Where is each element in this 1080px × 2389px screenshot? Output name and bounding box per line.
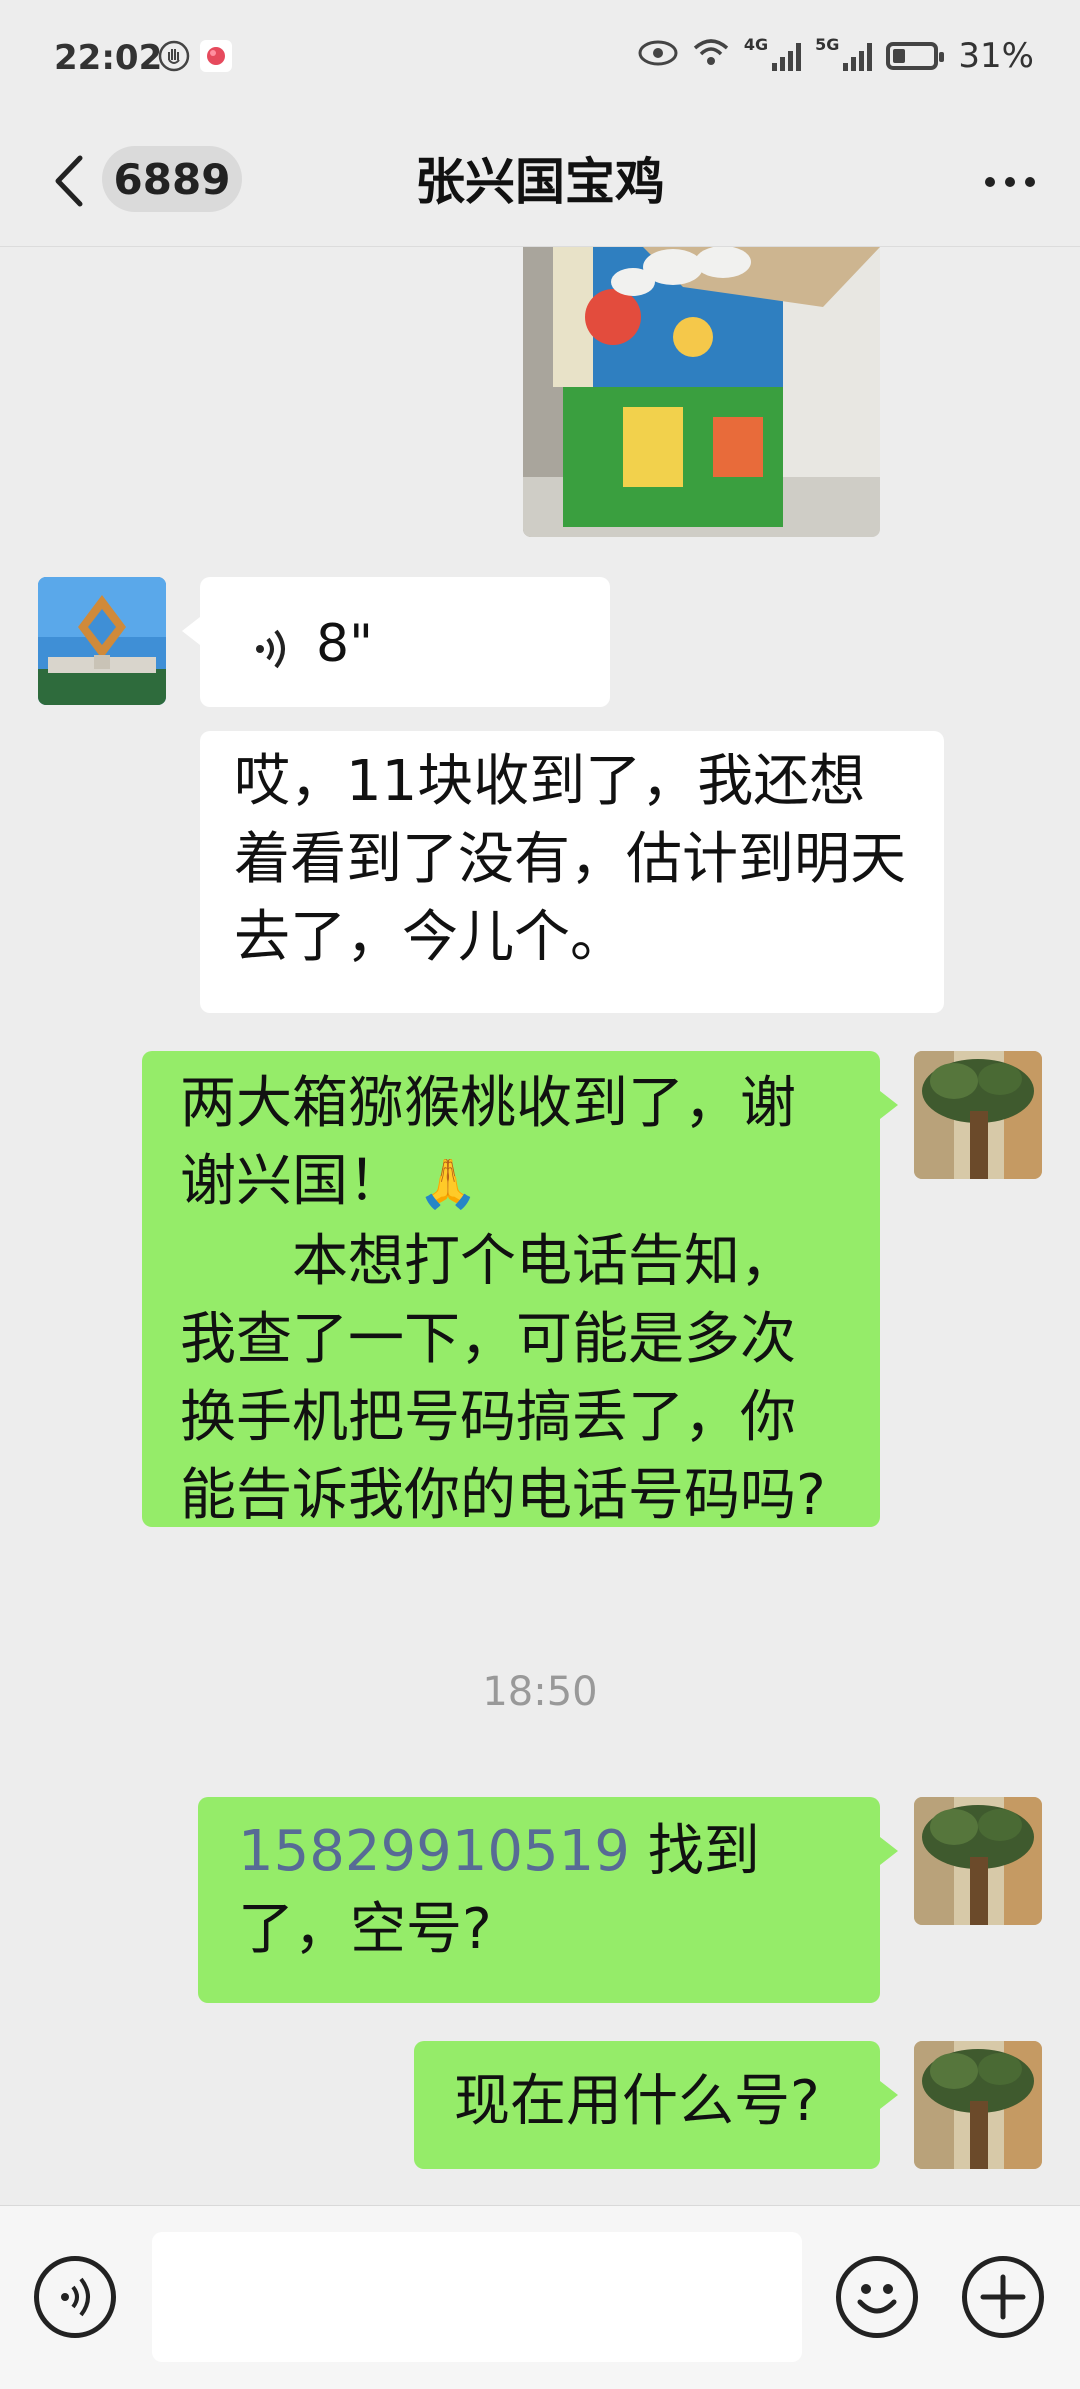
signal-4g-icon <box>772 41 802 71</box>
message-text-line2: 本想打个电话告知，我查了一下，可能是多次换手机把号码搞丢了，你能告诉我你的电话号… <box>180 1229 826 1528</box>
my-avatar[interactable] <box>914 2041 1042 2169</box>
voice-input-button[interactable] <box>34 2256 116 2338</box>
praying-hands-emoji: 🙏 <box>418 1156 478 1212</box>
my-avatar[interactable] <box>914 1051 1042 1179</box>
emoji-icon <box>857 2284 897 2314</box>
message-text-line1: 两大箱猕猴桃收到了，谢谢兴国！ <box>180 1071 796 1214</box>
plus-icon <box>980 2274 1026 2320</box>
message-input[interactable] <box>152 2232 802 2362</box>
phone-number-link[interactable]: 15829910519 <box>238 1819 630 1884</box>
message-text: 现在用什么号? <box>454 2069 820 2134</box>
voice-icon <box>61 2277 90 2317</box>
outgoing-text-message[interactable]: 15829910519 找到了，空号? <box>198 1797 898 2003</box>
outgoing-text-message[interactable]: 两大箱猕猴桃收到了，谢谢兴国！ 🙏 本想打个电话告知，我查了一下，可能是多次换手机… <box>142 1051 898 1528</box>
status-indicators: 4G 5G 31% <box>638 34 1034 76</box>
chat-title: 张兴国宝鸡 <box>415 153 665 211</box>
app-notification-icon <box>200 40 232 72</box>
voice-message[interactable]: 8" <box>182 577 610 707</box>
incoming-text-message[interactable]: 哎，11块收到了，我还想着看到了没有，估计到明天去了，今儿个。 <box>200 731 944 1013</box>
network-5g-label: 5G <box>815 34 840 54</box>
status-bar: 22:02 4G 5G 31% <box>0 0 1080 118</box>
voice-wave-icon <box>252 617 292 695</box>
message-timestamp: 18:50 <box>482 1669 598 1715</box>
voice-duration: 8" <box>316 614 374 674</box>
wifi-icon <box>692 36 730 76</box>
contact-avatar[interactable] <box>38 577 166 705</box>
image-message[interactable] <box>523 247 880 537</box>
battery-icon <box>886 42 945 70</box>
emoji-button[interactable] <box>836 2256 918 2338</box>
my-avatar[interactable] <box>914 1797 1042 1925</box>
signal-5g-icon <box>843 41 873 71</box>
input-bar <box>0 2205 1080 2389</box>
more-button[interactable] <box>970 154 1050 210</box>
plus-button[interactable] <box>962 2256 1044 2338</box>
kiwi-boxes-photo <box>523 247 880 537</box>
network-4g-label: 4G <box>743 34 769 54</box>
more-dots-icon <box>985 177 995 187</box>
chat-header: 6889 张兴国宝鸡 <box>0 118 1080 247</box>
status-time: 22:02 <box>54 38 163 78</box>
eye-icon <box>638 36 678 76</box>
outgoing-text-message[interactable]: 现在用什么号? <box>414 2041 898 2169</box>
battery-percent: 31% <box>958 36 1034 76</box>
gesture-hand-icon <box>158 40 190 72</box>
message-text: 哎，11块收到了，我还想着看到了没有，估计到明天去了，今儿个。 <box>234 749 906 970</box>
message-list[interactable]: 8" 哎，11块收到了，我还想着看到了没有，估计到明天去了，今儿个。 两大箱猕猴… <box>0 247 1080 2205</box>
